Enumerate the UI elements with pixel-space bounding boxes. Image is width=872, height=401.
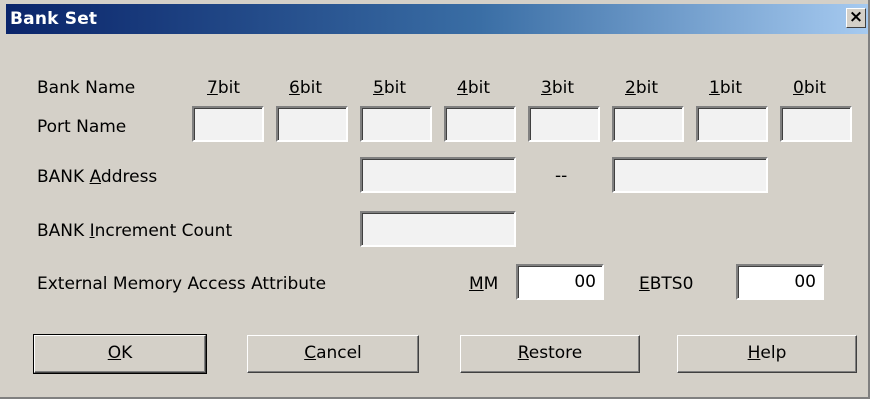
bank-increment-count-label: BANK Increment Count xyxy=(37,221,233,241)
port-name-bit2-field[interactable] xyxy=(612,106,684,142)
bit7-label: 7bit xyxy=(207,78,241,98)
bank-address-to-field[interactable] xyxy=(612,157,768,193)
restore-button[interactable]: Restore xyxy=(460,335,640,373)
bit3-label: 3bit xyxy=(541,78,575,98)
mm-field[interactable]: 00 xyxy=(516,264,604,300)
bank-address-from-field[interactable] xyxy=(360,157,516,193)
close-icon[interactable]: × xyxy=(846,8,866,28)
cancel-button[interactable]: Cancel xyxy=(247,335,419,373)
bit5-label: 5bit xyxy=(373,78,407,98)
bit2-label: 2bit xyxy=(625,78,659,98)
external-memory-access-attribute-label: External Memory Access Attribute xyxy=(37,274,327,294)
ebts0-field[interactable]: 00 xyxy=(736,264,824,300)
port-name-bit1-field[interactable] xyxy=(696,106,768,142)
port-name-bit3-field[interactable] xyxy=(528,106,600,142)
address-range-separator: -- xyxy=(555,166,568,186)
port-name-label: Port Name xyxy=(37,117,127,137)
port-name-bit0-field[interactable] xyxy=(780,106,852,142)
dialog-title: Bank Set xyxy=(10,9,98,29)
port-name-bit6-field[interactable] xyxy=(276,106,348,142)
bank-increment-count-field[interactable] xyxy=(360,211,516,247)
ok-button[interactable]: OK xyxy=(33,334,207,374)
port-name-bit5-field[interactable] xyxy=(360,106,432,142)
bank-name-label: Bank Name xyxy=(37,78,136,98)
ebts0-label: EBTS0 xyxy=(639,274,694,294)
port-name-bit7-field[interactable] xyxy=(192,106,264,142)
title-bar[interactable]: Bank Set × xyxy=(6,4,868,34)
port-name-bit4-field[interactable] xyxy=(444,106,516,142)
bank-address-label: BANK Address xyxy=(37,167,158,187)
bit6-label: 6bit xyxy=(289,78,323,98)
bank-set-dialog: Bank Set × Bank Name 7bit 6bit 5bit 4bit… xyxy=(0,0,870,399)
bit1-label: 1bit xyxy=(709,78,743,98)
mm-label: MM xyxy=(469,274,499,294)
bit4-label: 4bit xyxy=(457,78,491,98)
help-button[interactable]: Help xyxy=(677,335,857,373)
bit0-label: 0bit xyxy=(793,78,827,98)
